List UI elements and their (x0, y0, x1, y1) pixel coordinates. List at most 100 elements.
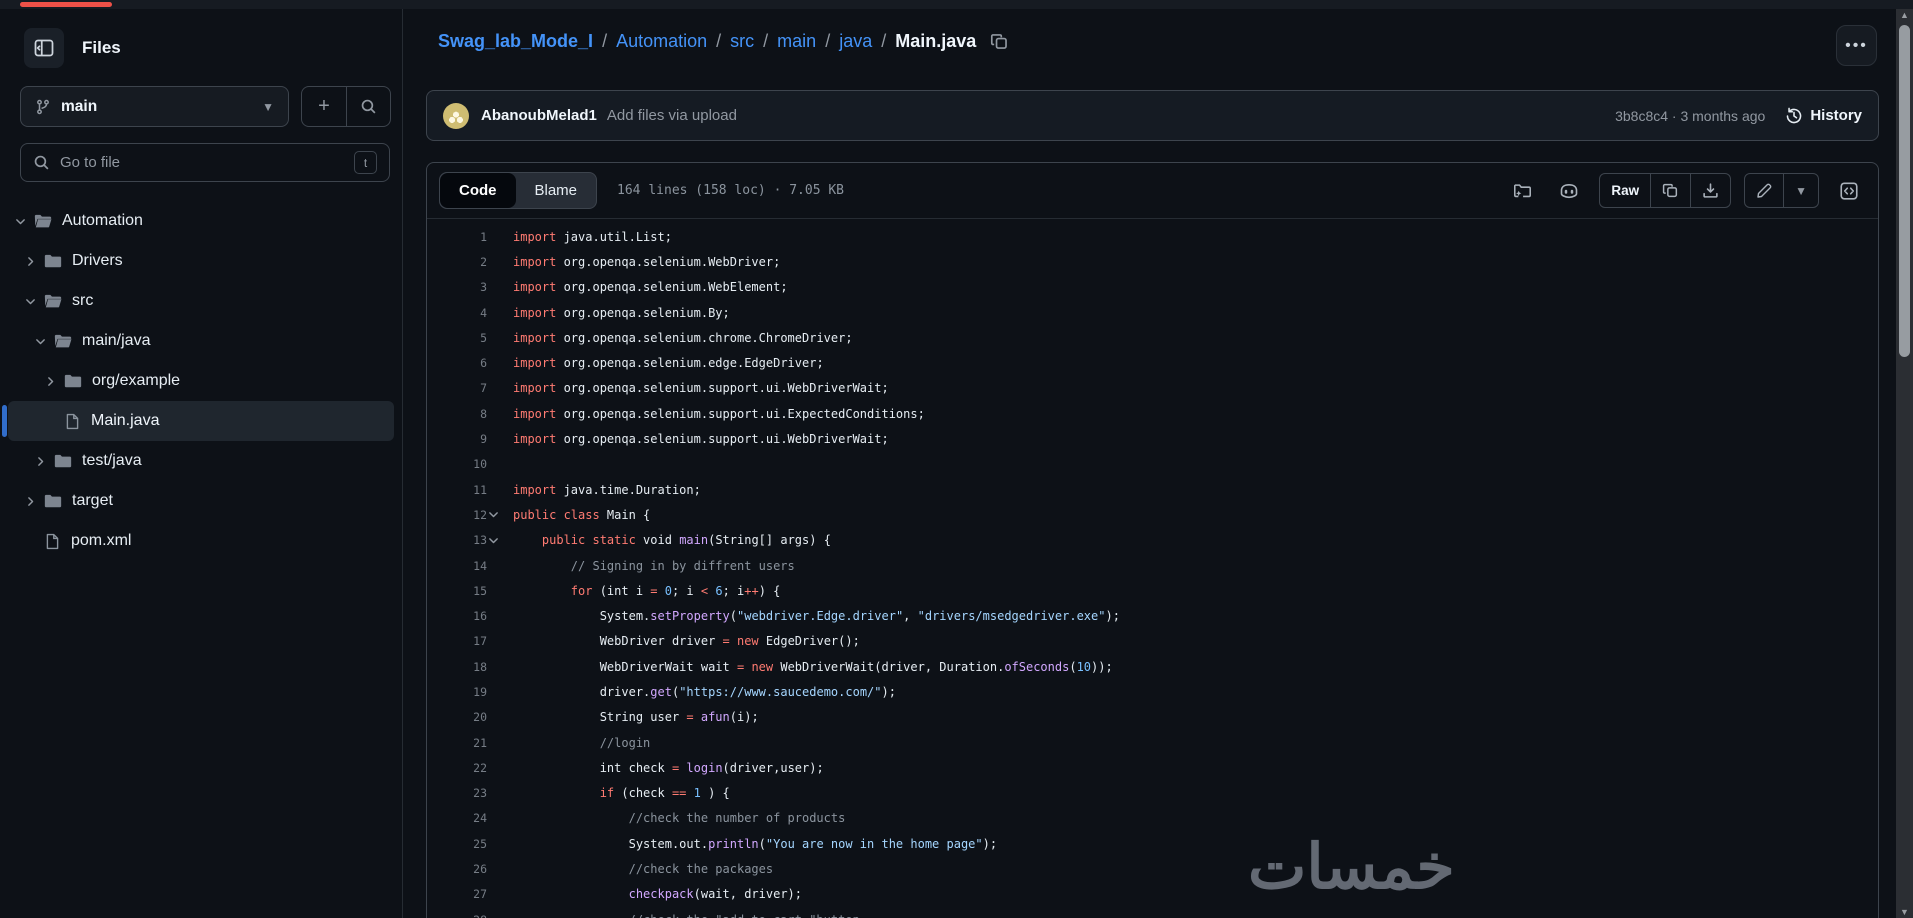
tab-progress-bar (20, 2, 112, 7)
chevron-right-icon[interactable] (22, 495, 38, 508)
commit-author[interactable]: AbanoubMelad1 (481, 107, 597, 124)
history-icon (1785, 107, 1803, 125)
breadcrumb-link-main[interactable]: main (777, 31, 816, 51)
breadcrumb-file: Main.java (895, 31, 977, 51)
tree-item-main-java[interactable]: main/java (8, 321, 394, 361)
code-line: 10 (427, 452, 1878, 477)
tree-item-target[interactable]: target (8, 481, 394, 521)
breadcrumb-link-Automation[interactable]: Automation (616, 31, 707, 51)
line-number[interactable]: 11 (427, 483, 487, 497)
tree-item-drivers[interactable]: Drivers (8, 241, 394, 281)
raw-button[interactable]: Raw (1600, 174, 1650, 207)
copilot-button[interactable] (1552, 174, 1586, 208)
line-number[interactable]: 28 (427, 913, 487, 918)
line-number[interactable]: 8 (427, 407, 487, 421)
code-text: for (int i = 0; i < 6; i++) { (570, 583, 781, 598)
branch-selector[interactable]: main ▼ (20, 86, 289, 127)
chevron-right-icon[interactable] (32, 455, 48, 468)
line-number[interactable]: 20 (427, 710, 487, 724)
code-text: import org.openqa.selenium.By; (513, 305, 730, 320)
open-with-workspace-button[interactable] (1505, 174, 1539, 208)
breadcrumb-link-src[interactable]: src (730, 31, 754, 51)
download-button[interactable] (1690, 174, 1730, 207)
line-number[interactable]: 9 (427, 432, 487, 446)
chevron-down-icon[interactable] (22, 295, 38, 308)
code-line: 6 import org.openqa.selenium.edge.EdgeDri… (427, 350, 1878, 375)
line-number[interactable]: 13 (427, 533, 487, 547)
line-number[interactable]: 21 (427, 736, 487, 750)
line-number[interactable]: 12 (427, 508, 487, 522)
chevron-down-icon[interactable] (32, 335, 48, 348)
line-number[interactable]: 7 (427, 381, 487, 395)
go-to-file-input[interactable]: Go to file t (20, 143, 390, 182)
collapse-tree-button[interactable] (24, 28, 64, 68)
line-number[interactable]: 6 (427, 356, 487, 370)
line-number[interactable]: 4 (427, 306, 487, 320)
tree-item-src[interactable]: src (8, 281, 394, 321)
line-number[interactable]: 5 (427, 331, 487, 345)
chevron-down-icon[interactable] (12, 215, 28, 228)
collapse-chevron-icon[interactable] (487, 508, 513, 521)
search-icon (360, 98, 377, 115)
commit-sha-age: 3b8c8c4 · 3 months ago (1615, 107, 1766, 124)
line-number[interactable]: 23 (427, 786, 487, 800)
line-number[interactable]: 22 (427, 761, 487, 775)
search-tree-button[interactable] (346, 87, 390, 126)
breadcrumb-repo[interactable]: Swag_lab_Mode_I (438, 31, 593, 52)
folder-icon (44, 492, 62, 510)
file-toolbar: Code Blame 164 lines (158 loc) · 7.05 KB (427, 163, 1878, 219)
code-text: public class Main { (513, 507, 651, 522)
scroll-up-arrow[interactable]: ▲ (1896, 10, 1913, 20)
code-line: 2 import org.openqa.selenium.WebDriver; (427, 249, 1878, 274)
browser-top-strip (0, 0, 1913, 9)
line-number[interactable]: 2 (427, 255, 487, 269)
tab-code[interactable]: Code (440, 173, 516, 208)
add-file-button[interactable]: + (302, 87, 346, 126)
line-number[interactable]: 16 (427, 609, 487, 623)
breadcrumb-link-java[interactable]: java (839, 31, 872, 51)
line-number[interactable]: 3 (427, 280, 487, 294)
line-number[interactable]: 1 (427, 230, 487, 244)
edit-file-button[interactable] (1745, 174, 1783, 207)
chevron-right-icon[interactable] (22, 255, 38, 268)
tree-item-org-example[interactable]: org/example (8, 361, 394, 401)
line-number[interactable]: 10 (427, 457, 487, 471)
files-header: Files (24, 28, 121, 68)
tree-item-main-java[interactable]: Main.java (2, 401, 394, 441)
avatar[interactable] (443, 102, 469, 129)
line-number[interactable]: 19 (427, 685, 487, 699)
symbols-icon (1839, 181, 1859, 201)
code-text: System.out.println("You are now in the h… (513, 836, 998, 851)
symbols-panel-button[interactable] (1832, 174, 1866, 208)
line-number[interactable]: 17 (427, 634, 487, 648)
code-line: 22 int check = login(driver,user); (427, 755, 1878, 780)
code-text: import org.openqa.selenium.support.ui.We… (513, 381, 889, 396)
tree-item-label: src (72, 292, 94, 309)
scroll-down-arrow[interactable]: ▼ (1896, 907, 1913, 917)
file-icon (64, 413, 81, 430)
line-number[interactable]: 15 (427, 584, 487, 598)
history-button[interactable]: History (1785, 107, 1862, 125)
scrollbar-thumb[interactable] (1899, 25, 1910, 357)
collapse-chevron-icon[interactable] (487, 534, 513, 547)
copy-path-button[interactable] (990, 32, 1009, 51)
line-number[interactable]: 18 (427, 660, 487, 674)
code-line: 19 driver.get("https://www.saucedemo.com… (427, 679, 1878, 704)
code-content: 1 import java.util.List; 2 import org.openq… (427, 219, 1878, 918)
page-scrollbar[interactable]: ▲ ▼ (1896, 9, 1913, 918)
tree-item-pom-xml[interactable]: pom.xml (8, 521, 394, 561)
code-line: 5 import org.openqa.selenium.chrome.Chrom… (427, 325, 1878, 350)
commit-message[interactable]: Add files via upload (607, 107, 737, 124)
copy-file-button[interactable] (1650, 174, 1690, 207)
tab-blame[interactable]: Blame (516, 173, 597, 208)
tree-item-automation[interactable]: Automation (8, 201, 394, 241)
chevron-right-icon[interactable] (42, 375, 58, 388)
edit-dropdown-button[interactable]: ▼ (1783, 174, 1818, 207)
line-number[interactable]: 26 (427, 862, 487, 876)
line-number[interactable]: 27 (427, 887, 487, 901)
line-number[interactable]: 14 (427, 559, 487, 573)
line-number[interactable]: 24 (427, 811, 487, 825)
more-options-button[interactable]: ••• (1836, 25, 1877, 66)
tree-item-test-java[interactable]: test/java (8, 441, 394, 481)
line-number[interactable]: 25 (427, 837, 487, 851)
